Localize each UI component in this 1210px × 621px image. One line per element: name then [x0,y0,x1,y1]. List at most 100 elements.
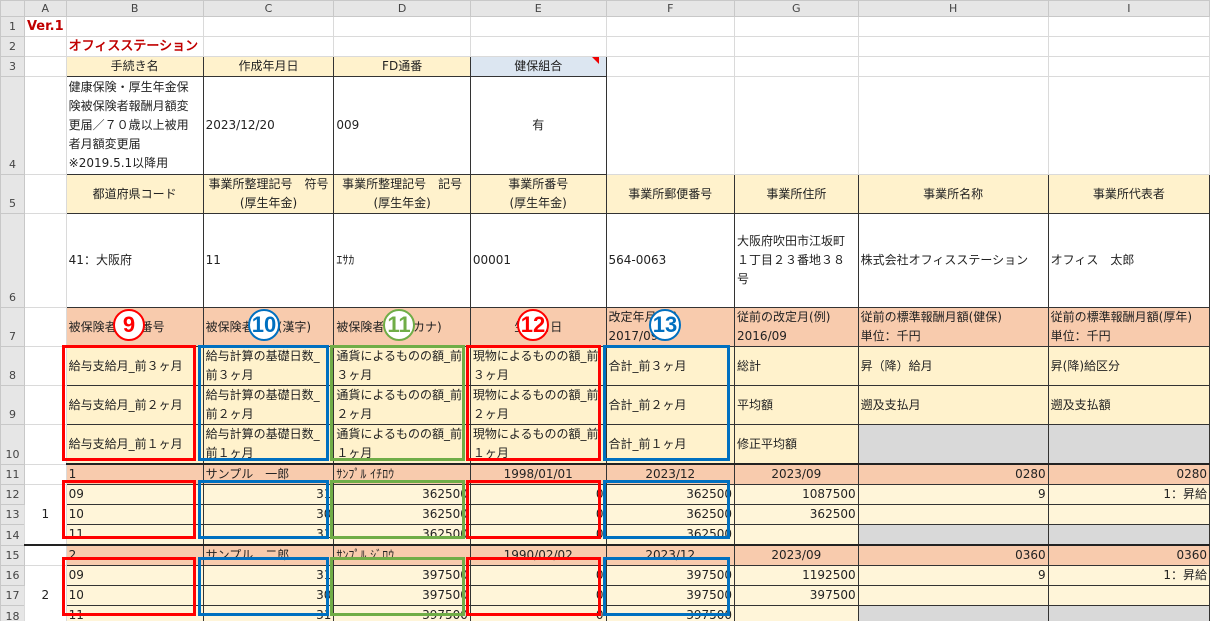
row-header[interactable]: 12 [0,484,25,505]
row-header[interactable]: 17 [0,585,25,606]
column-header-A[interactable]: A [23,0,67,17]
cell-G11[interactable]: 2023/09 [734,463,859,485]
column-header-I[interactable]: I [1047,0,1210,17]
cell-I7[interactable]: 従前の標準報酬月額(厚年) 単位：千円 [1047,307,1210,347]
cell-I3[interactable] [1047,56,1210,77]
cell-B3[interactable]: 手続き名 [65,56,204,77]
cell-H1[interactable] [857,16,1049,37]
row-header[interactable]: 4 [0,76,25,175]
row-header[interactable]: 15 [0,544,25,566]
cell-D1[interactable] [333,16,471,37]
cell-G9[interactable]: 平均額 [734,385,859,425]
row-header[interactable]: 1 [0,16,25,37]
cell-F6[interactable]: 564-0063 [605,213,736,308]
cell-I1[interactable] [1047,16,1210,37]
cell-A15[interactable] [23,544,67,566]
column-header-B[interactable]: B [65,0,204,17]
row-header[interactable]: 6 [0,213,25,308]
cell-A4[interactable] [23,76,67,175]
cell-I15[interactable]: 0360 [1047,544,1210,566]
cell-F1[interactable] [605,16,736,37]
cell-F5[interactable]: 事業所郵便番号 [605,174,736,214]
cell-G14[interactable] [734,524,859,546]
cell-E3[interactable]: 健保組合 [469,56,607,77]
cell-I18[interactable] [1047,605,1210,621]
column-header-D[interactable]: D [333,0,471,17]
cell-C1[interactable] [202,16,335,37]
cell-I12[interactable]: 1：昇給 [1047,484,1210,505]
column-header-H[interactable]: H [857,0,1049,17]
cell-A5[interactable] [23,174,67,214]
row-header[interactable]: 8 [0,346,25,386]
cell-B1[interactable] [65,16,204,37]
cell-G3[interactable] [734,56,859,77]
cell-G6[interactable]: 大阪府吹田市江坂町１丁目２３番地３８号 [734,213,859,308]
cell-E6[interactable]: 00001 [469,213,607,308]
column-header-E[interactable]: E [469,0,607,17]
cell-D6[interactable]: ｴｻｶ [333,213,471,308]
cell-F3[interactable] [605,56,736,77]
cell-I10[interactable] [1047,424,1210,465]
cell-H6[interactable]: 株式会社オフィスステーション [857,213,1049,308]
cell-A1[interactable]: Ver.1 [23,16,67,37]
cell-G18[interactable] [734,605,859,621]
cell-C6[interactable]: 11 [202,213,335,308]
cell-B4[interactable]: 健康保険・厚生年金保険被保険者報酬月額変更届／７０歳以上被用者月額変更届 ※20… [65,76,204,175]
cell-H10[interactable] [857,424,1049,465]
cell-I16[interactable]: 1：昇給 [1047,565,1210,586]
cell-F4[interactable] [605,76,736,175]
cell-D4[interactable]: 009 [333,76,471,175]
row-header[interactable]: 14 [0,524,25,546]
cell-I11[interactable]: 0280 [1047,463,1210,485]
cell-H3[interactable] [857,56,1049,77]
cell-A2[interactable] [23,36,67,57]
cell-G8[interactable]: 総計 [734,346,859,386]
cell-B2[interactable]: オフィスステーション [65,36,204,57]
row-header[interactable]: 18 [0,605,25,621]
row-header[interactable]: 13 [0,504,25,525]
cell-I2[interactable] [1047,36,1210,57]
row-header[interactable]: 16 [0,565,25,586]
row-header[interactable]: 2 [0,36,25,57]
cell-C4[interactable]: 2023/12/20 [202,76,335,175]
row-header[interactable]: 10 [0,424,25,465]
cell-B6[interactable]: 41：大阪府 [65,213,204,308]
cell-G5[interactable]: 事業所住所 [734,174,859,214]
cell-G16[interactable]: 1192500 [734,565,859,586]
cell-D5[interactable]: 事業所整理記号 記号 (厚生年金) [333,174,471,214]
cell-F2[interactable] [605,36,736,57]
cell-H14[interactable] [857,524,1049,546]
cell-H16[interactable]: 9 [857,565,1049,586]
cell-I8[interactable]: 昇(降)給区分 [1047,346,1210,386]
cell-G17[interactable]: 397500 [734,585,859,606]
row-header[interactable]: 11 [0,463,25,485]
row-header[interactable]: 5 [0,174,25,214]
cell-G15[interactable]: 2023/09 [734,544,859,566]
cell-H17[interactable] [857,585,1049,606]
cell-A10[interactable] [23,424,67,465]
cell-H4[interactable] [857,76,1049,175]
cell-A7[interactable] [23,307,67,347]
cell-I6[interactable]: オフィス 太郎 [1047,213,1210,308]
cell-A6[interactable] [23,213,67,308]
cell-G13[interactable]: 362500 [734,504,859,525]
cell-G7[interactable]: 従前の改定月(例) 2016/09 [734,307,859,347]
column-header-C[interactable]: C [202,0,335,17]
cell-H5[interactable]: 事業所名称 [857,174,1049,214]
select-all-corner[interactable] [0,0,25,17]
cell-A16[interactable]: 2 [23,565,67,621]
row-header[interactable]: 7 [0,307,25,347]
cell-G10[interactable]: 修正平均額 [734,424,859,465]
cell-A8[interactable] [23,346,67,386]
cell-A9[interactable] [23,385,67,425]
cell-G12[interactable]: 1087500 [734,484,859,505]
cell-A11[interactable] [23,463,67,485]
cell-H11[interactable]: 0280 [857,463,1049,485]
cell-A12[interactable]: 1 [23,484,67,546]
cell-C5[interactable]: 事業所整理記号 符号 (厚生年金) [202,174,335,214]
cell-H7[interactable]: 従前の標準報酬月額(健保) 単位：千円 [857,307,1049,347]
cell-D2[interactable] [333,36,471,57]
cell-H2[interactable] [857,36,1049,57]
cell-H9[interactable]: 遡及支払月 [857,385,1049,425]
cell-G4[interactable] [734,76,859,175]
